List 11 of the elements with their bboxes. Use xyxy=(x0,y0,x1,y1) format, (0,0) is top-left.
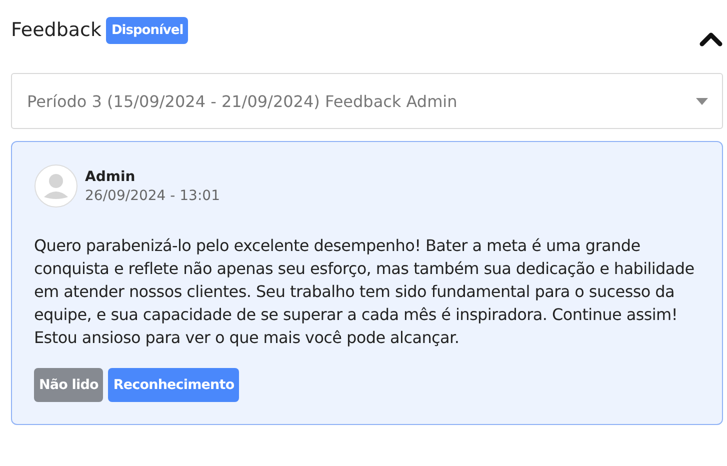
feedback-date: 26/09/2024 - 13:01 xyxy=(85,188,220,204)
caret-icon xyxy=(696,98,708,104)
section-title: Feedback xyxy=(11,19,102,41)
period-select[interactable]: Período 3 (15/09/2024 - 21/09/2024) Feedback Admin xyxy=(11,73,723,129)
status-badge: Disponível xyxy=(106,16,188,44)
author-name: Admin xyxy=(85,168,136,184)
tag-label: Não lido xyxy=(34,368,104,402)
collapse-button[interactable] xyxy=(699,31,723,47)
avatar-icon xyxy=(34,164,78,208)
tag-label: Reconhecimento xyxy=(108,368,240,402)
feedback-message: Quero parabenizá-lo pelo excelente desempenho! Bater a meta é uma grande conquista e reflete não apenas seu esforço, mas também sua dedicação e habilidade em atender nossos clientes. Seu trabalho tem sido fundamental para o sucesso da equipe, e sua capacidade de se superar a cada mês é inspiradora. Continue assim! Estou ansioso para ver o que mais você pode alcançar. xyxy=(34,235,696,349)
